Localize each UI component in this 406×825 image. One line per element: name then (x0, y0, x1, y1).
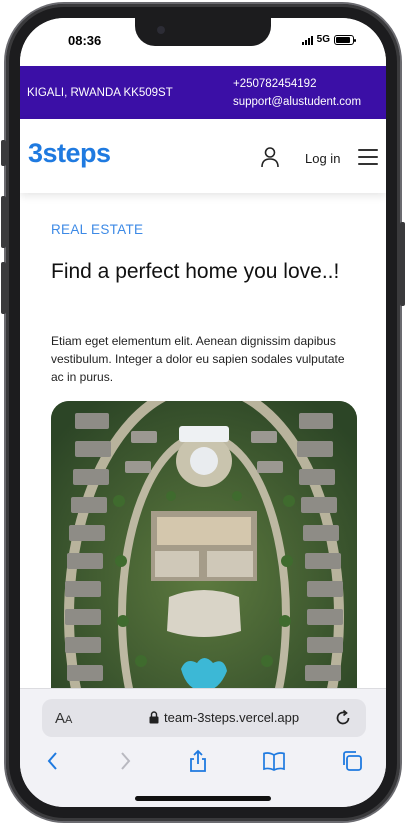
login-link[interactable]: Log in (305, 151, 340, 166)
contact-topbar: KIGALI, RWANDA KK509ST +250782454192 sup… (20, 66, 386, 119)
phone-screen: 08:36 5G KIGALI, RWANDA KK509ST +2507824… (20, 18, 386, 807)
status-time: 08:36 (68, 33, 102, 48)
forward-icon[interactable] (113, 749, 137, 773)
power-button (400, 222, 405, 306)
url-text: team-3steps.vercel.app (164, 710, 300, 725)
email-link[interactable]: support@alustudent.com (233, 93, 361, 111)
phone-link[interactable]: +250782454192 (233, 75, 361, 93)
aerial-resort-image (51, 401, 357, 708)
reload-icon[interactable] (333, 708, 353, 728)
signal-icon (301, 35, 313, 45)
share-icon[interactable] (186, 749, 210, 773)
notch (135, 18, 271, 46)
tabs-icon[interactable] (340, 749, 364, 773)
home-indicator (135, 796, 271, 801)
contact-info: +250782454192 support@alustudent.com (233, 75, 361, 111)
user-icon[interactable] (260, 146, 280, 168)
text-size-button[interactable]: AA (55, 710, 72, 727)
hero-image (51, 401, 357, 708)
battery-fill (336, 36, 351, 43)
volume-up-button (1, 196, 6, 248)
location-text: KIGALI, RWANDA KK509ST (27, 87, 173, 99)
address-bar[interactable]: AA team-3steps.vercel.app (42, 699, 366, 737)
camera (157, 26, 165, 34)
network-type: 5G (316, 34, 330, 45)
volume-down-button (1, 262, 6, 314)
site-header: 3steps Log in (20, 119, 386, 193)
silent-switch (1, 140, 6, 166)
page-content: REAL ESTATE Find a perfect home you love… (20, 193, 386, 708)
hero-title: Find a perfect home you love..! (51, 260, 340, 283)
back-icon[interactable] (41, 749, 65, 773)
battery-icon (334, 34, 356, 45)
logo[interactable]: 3steps (28, 138, 111, 169)
hero-description: Etiam eget elementum elit. Aenean dignis… (51, 334, 345, 384)
lock-icon (149, 711, 159, 724)
status-indicators: 5G (301, 34, 356, 45)
menu-icon[interactable] (358, 149, 378, 165)
bookmarks-icon[interactable] (262, 749, 286, 773)
section-eyebrow: REAL ESTATE (51, 222, 144, 237)
browser-toolbar: AA team-3steps.vercel.app (20, 688, 386, 807)
